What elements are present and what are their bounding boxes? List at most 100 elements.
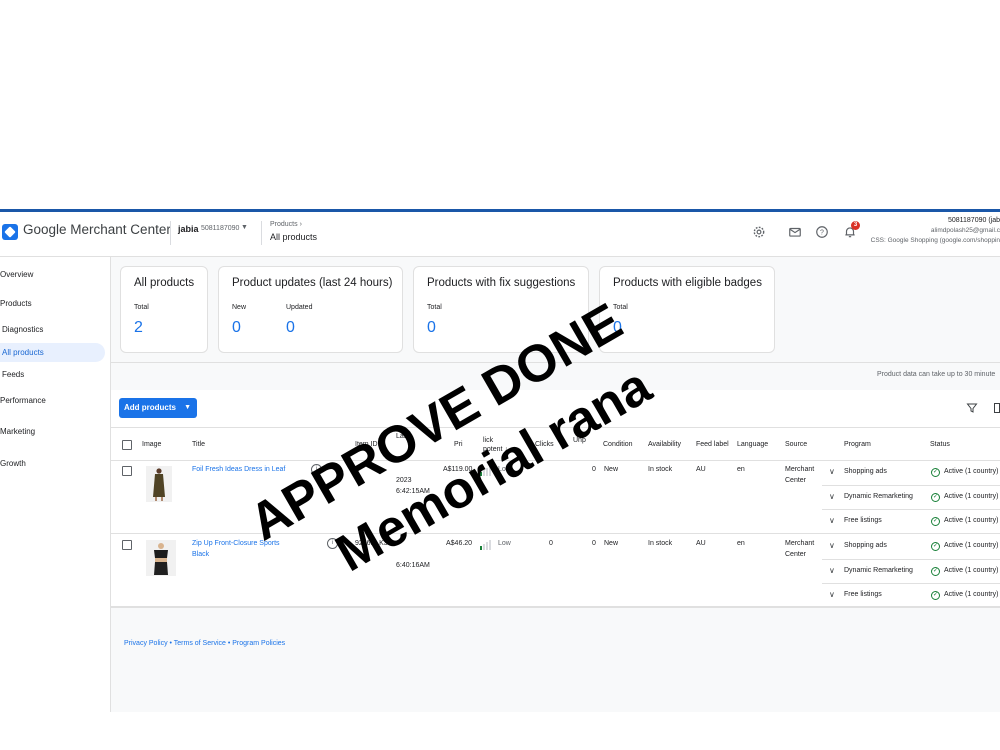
chevron-down-icon[interactable]: ∨	[829, 566, 835, 575]
info-icon[interactable]: i	[311, 464, 322, 475]
row-checkbox[interactable]	[122, 540, 132, 550]
language: en	[737, 466, 745, 473]
source-line1: Merchant	[785, 466, 815, 473]
program-row[interactable]: ∨ Dynamic Remarketing ✓ Active (1 countr…	[822, 559, 1000, 584]
user-email[interactable]: alimdpolash25@gmail.c	[931, 227, 1000, 234]
sidebar-item-growth[interactable]: Growth	[0, 459, 26, 468]
row-checkbox[interactable]	[122, 466, 132, 476]
last-updated-date: 2023	[396, 477, 412, 484]
chevron-down-icon[interactable]: ∨	[829, 492, 835, 501]
sidebar: Overview Products Diagnostics All produc…	[0, 257, 111, 712]
sort-arrow-icon[interactable]: ↓	[504, 446, 508, 453]
product-title-link[interactable]: Zip Up Front-Closure Sports	[192, 538, 280, 549]
column-clicks[interactable]: Clicks	[535, 440, 554, 449]
chevron-down-icon[interactable]: ∨	[829, 467, 835, 476]
user-account-id[interactable]: 5081187090 (jab	[948, 217, 1000, 224]
click-potential: Low	[498, 540, 511, 547]
program-status: Active (1 country)	[944, 591, 999, 598]
columns-icon[interactable]	[993, 402, 1000, 414]
sidebar-item-feeds[interactable]: Feeds	[2, 370, 24, 379]
column-program[interactable]: Program	[844, 440, 871, 449]
column-image: Image	[142, 441, 162, 448]
column-status[interactable]: Status	[930, 440, 950, 449]
item-id: 9266BLK3	[355, 540, 388, 547]
column-availability[interactable]: Availability	[648, 440, 681, 449]
mail-icon[interactable]	[788, 225, 802, 239]
column-condition[interactable]: Condition	[603, 440, 633, 449]
stat-value[interactable]: 0	[613, 319, 622, 337]
sidebar-item-diagnostics[interactable]: Diagnostics	[2, 325, 43, 334]
column-price[interactable]: Pri	[454, 440, 463, 449]
condition: New	[604, 540, 619, 547]
chevron-down-icon[interactable]: ∨	[829, 590, 835, 599]
column-item-id[interactable]: Item ID	[355, 440, 378, 449]
column-unpaid[interactable]: Unp	[573, 436, 586, 445]
potential-signal-icon	[480, 540, 492, 550]
program-row[interactable]: ∨ Dynamic Remarketing ✓ Active (1 countr…	[822, 485, 1000, 510]
account-id[interactable]: 5081187090	[201, 225, 239, 232]
main-content: All products Total 2 Product updates (la…	[111, 257, 1000, 712]
notice-bar: Product data can take up to 30 minute	[111, 362, 1000, 391]
program-row[interactable]: ∨ Shopping ads ✓ Active (1 country)	[822, 535, 1000, 559]
account-name[interactable]: jabia	[178, 224, 199, 234]
stat-label: Total	[427, 304, 442, 311]
program-status: Active (1 country)	[944, 468, 999, 475]
footer-links[interactable]: Privacy Policy • Terms of Service • Prog…	[124, 640, 285, 647]
program-status: Active (1 country)	[944, 567, 999, 574]
stat-label: Updated	[286, 304, 313, 311]
top-header: Google Merchant Center jabia 5081187090 …	[0, 212, 1000, 257]
notification-count-badge: 3	[851, 221, 860, 230]
price: A$46.20	[446, 540, 473, 547]
clicks: 0	[549, 540, 553, 547]
add-products-button[interactable]: Add products ▼	[119, 398, 197, 418]
dropdown-caret-icon[interactable]: ▼	[184, 398, 191, 418]
sidebar-item-performance[interactable]: Performance	[0, 396, 46, 405]
program-name: Dynamic Remarketing	[844, 493, 913, 500]
select-all-checkbox[interactable]	[122, 440, 132, 450]
info-icon[interactable]: i	[327, 538, 338, 549]
feed-label: AU	[696, 466, 706, 473]
help-icon[interactable]: ?	[815, 225, 829, 239]
breadcrumb-parent[interactable]: Products ›	[270, 221, 302, 228]
column-click-potential-line2: potent ↓	[483, 446, 508, 453]
chevron-down-icon[interactable]: ∨	[829, 516, 835, 525]
stat-value[interactable]: 2	[134, 319, 143, 337]
chevron-down-icon[interactable]: ∨	[829, 541, 835, 550]
program-name: Shopping ads	[844, 542, 887, 549]
card-title: All products	[134, 277, 195, 289]
sidebar-item-marketing[interactable]: Marketing	[0, 427, 35, 436]
column-feed-label[interactable]: Feed label	[696, 440, 729, 449]
check-circle-icon: ✓	[931, 517, 940, 526]
unpaid-clicks: 0	[592, 540, 596, 547]
app-title[interactable]: Google Merchant Center	[23, 222, 171, 237]
program-row[interactable]: ∨ Free listings ✓ Active (1 country)	[822, 509, 1000, 534]
stat-value[interactable]: 0	[232, 319, 241, 337]
dropdown-caret-icon[interactable]: ▼	[241, 224, 248, 231]
column-last-updated[interactable]: Last	[396, 432, 409, 441]
card-product-updates[interactable]: Product updates (last 24 hours) New 0 Up…	[218, 266, 403, 353]
condition: New	[604, 466, 619, 473]
product-title-link[interactable]: Foil Fresh Ideas Dress in Leaf	[192, 464, 285, 475]
program-row[interactable]: ∨ Free listings ✓ Active (1 country)	[822, 583, 1000, 608]
products-table-panel: Add products ▼ Image Title Item ID Last …	[111, 390, 1000, 608]
program-row[interactable]: ∨ Shopping ads ✓ Active (1 country)	[822, 461, 1000, 485]
stat-value[interactable]: 0	[286, 319, 295, 337]
settings-icon[interactable]	[752, 225, 766, 239]
stat-value[interactable]: 0	[427, 319, 436, 337]
column-click-potential[interactable]: lick potent ↓	[483, 436, 508, 454]
sidebar-item-products[interactable]: Products	[0, 299, 32, 308]
card-fix-suggestions[interactable]: Products with fix suggestions Total 0	[413, 266, 589, 353]
program-status: Active (1 country)	[944, 517, 999, 524]
sidebar-item-all-products[interactable]: All products	[0, 343, 105, 362]
column-title[interactable]: Title	[192, 440, 205, 449]
merchant-center-logo-icon[interactable]	[2, 224, 18, 240]
data-delay-notice: Product data can take up to 30 minute	[877, 371, 996, 378]
sidebar-item-overview[interactable]: Overview	[0, 270, 33, 279]
column-source[interactable]: Source	[785, 440, 807, 449]
filter-icon[interactable]	[966, 402, 978, 414]
stat-label: New	[232, 304, 247, 311]
card-eligible-badges[interactable]: Products with eligible badges Total 0	[599, 266, 775, 353]
card-all-products[interactable]: All products Total 2	[120, 266, 208, 353]
column-language[interactable]: Language	[737, 440, 768, 449]
product-title-link-line2[interactable]: Black	[192, 549, 209, 560]
